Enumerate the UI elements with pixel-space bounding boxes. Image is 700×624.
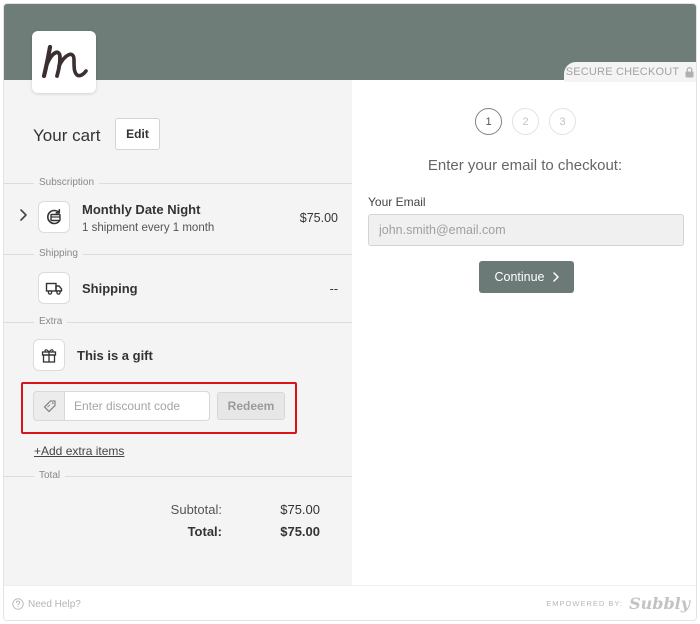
secure-checkout-label: SECURE CHECKOUT [565, 66, 680, 78]
powered-by: EMPOWERED BY: Subbly [546, 594, 690, 613]
add-extra-items-link[interactable]: +Add extra items [34, 444, 124, 458]
discount-code-input[interactable] [64, 391, 210, 421]
redeem-button[interactable]: Redeem [217, 392, 285, 420]
lock-icon [685, 66, 694, 77]
section-extra-label: Extra [34, 316, 68, 328]
store-logo[interactable] [32, 31, 96, 93]
subscription-item-schedule: 1 shipment every 1 month [82, 222, 215, 234]
footer: Need Help? EMPOWERED BY: Subbly [4, 585, 696, 620]
edit-cart-button[interactable]: Edit [115, 118, 160, 150]
expand-chevron-icon[interactable] [18, 208, 28, 222]
total-value: $75.00 [280, 524, 320, 539]
cart-title: Your cart [33, 126, 101, 145]
section-shipping: Shipping [4, 248, 352, 260]
step-indicator: 1 2 3 [475, 108, 579, 135]
subtotal-label: Subtotal: [170, 502, 222, 517]
gift-icon-box[interactable] [33, 339, 65, 371]
total-label: Total: [187, 524, 222, 539]
email-input[interactable] [368, 214, 684, 246]
section-extra: Extra [4, 316, 352, 328]
discount-icon-box [33, 391, 64, 421]
section-total-label: Total [34, 470, 66, 482]
continue-label: Continue [494, 270, 545, 284]
subscription-icon-box [38, 201, 70, 233]
gift-icon [41, 349, 57, 363]
signature-logo-icon [41, 44, 88, 79]
step-3: 3 [549, 108, 576, 135]
section-total: Total [4, 470, 352, 482]
need-help-label: Need Help? [28, 598, 81, 610]
truck-icon [45, 282, 63, 295]
subscription-item-price: $75.00 [299, 211, 338, 225]
subtotal-value: $75.00 [280, 502, 320, 517]
need-help-link[interactable]: Need Help? [12, 598, 81, 610]
subscription-box-icon [47, 209, 61, 225]
help-icon [12, 598, 24, 610]
gift-option-label[interactable]: This is a gift [77, 348, 153, 363]
shipping-icon-box [38, 272, 70, 304]
step-1: 1 [475, 108, 502, 135]
step-2: 2 [512, 108, 539, 135]
checkout-prompt: Enter your email to checkout: [427, 157, 623, 174]
chevron-right-icon [552, 272, 559, 282]
shipping-item-name: Shipping [82, 281, 138, 296]
tag-icon [43, 399, 56, 412]
email-label: Your Email [368, 195, 426, 209]
checkout-panel: 1 2 3 Enter your email to checkout: Your… [352, 80, 696, 585]
continue-button[interactable]: Continue [479, 261, 574, 293]
shipping-item-price: -- [329, 282, 338, 296]
discount-code-row: Redeem [33, 391, 285, 421]
section-subscription: Subscription [4, 177, 352, 189]
checkout-frame: SECURE CHECKOUT Your cart Edit Subscript… [3, 3, 697, 621]
section-subscription-label: Subscription [34, 177, 100, 189]
subscription-item-name: Monthly Date Night [82, 202, 201, 217]
secure-checkout-badge: SECURE CHECKOUT [564, 62, 696, 82]
cart-panel: Your cart Edit Subscription Monthly Date… [4, 80, 352, 585]
powered-by-label: EMPOWERED BY: [546, 599, 624, 608]
section-shipping-label: Shipping [34, 248, 83, 260]
subbly-brand[interactable]: Subbly [629, 594, 690, 613]
